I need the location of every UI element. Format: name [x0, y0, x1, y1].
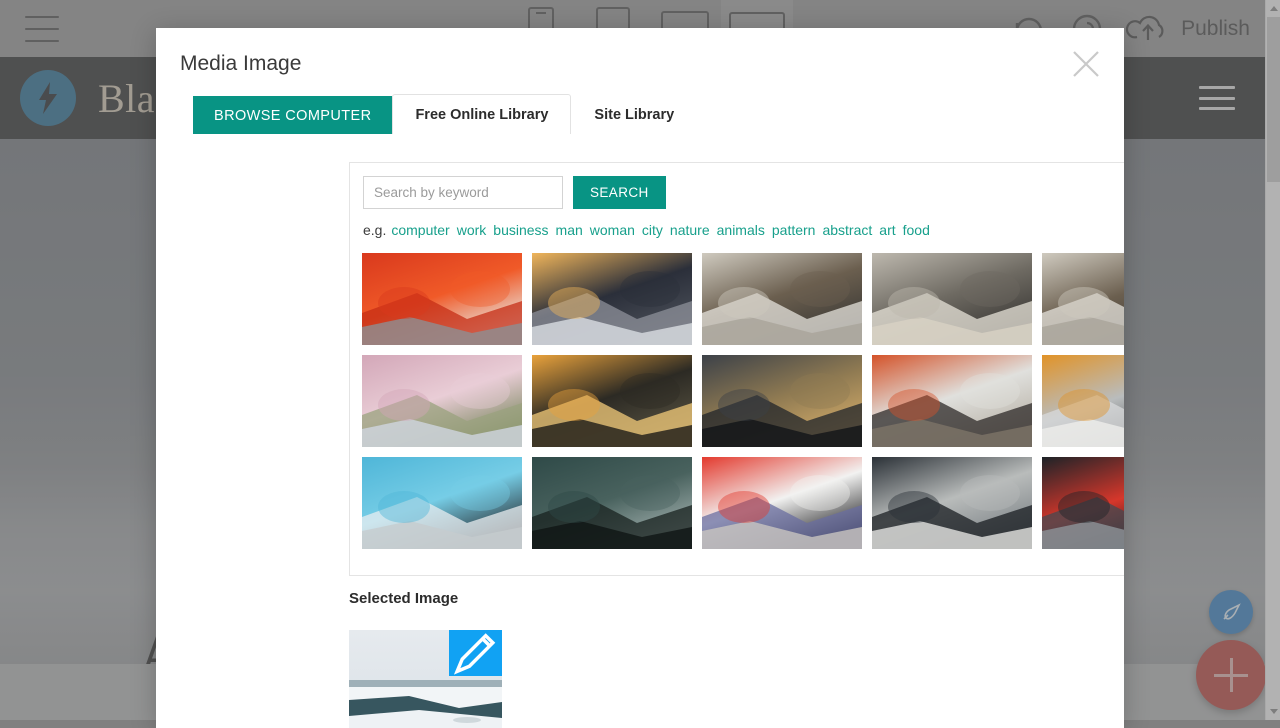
tab-browse-computer[interactable]: BROWSE COMPUTER: [193, 96, 392, 134]
keyword-nature[interactable]: nature: [670, 222, 710, 238]
keyword-man[interactable]: man: [556, 222, 583, 238]
image-results-viewport: [362, 253, 1124, 563]
gallery-thumbnail[interactable]: [362, 253, 522, 345]
tab-site-library[interactable]: Site Library: [571, 94, 697, 134]
keyword-city[interactable]: city: [642, 222, 663, 238]
gallery-thumbnail[interactable]: [872, 457, 1032, 549]
media-image-modal: Media Image BROWSE COMPUTER Free Online …: [156, 28, 1124, 728]
keyword-work[interactable]: work: [457, 222, 487, 238]
keyword-suggestions: e.g. computer work business man woman city natu…: [363, 222, 937, 238]
keyword-pattern[interactable]: pattern: [772, 222, 816, 238]
keyword-art[interactable]: art: [879, 222, 895, 238]
gallery-thumbnail[interactable]: [1042, 457, 1124, 549]
keywords-prefix: e.g.: [363, 222, 386, 238]
keyword-food[interactable]: food: [903, 222, 930, 238]
edit-image-button[interactable]: [449, 630, 502, 676]
selected-image-thumbnail[interactable]: [349, 630, 502, 728]
free-online-library-panel: SEARCH e.g. computer work business man womanc…: [349, 162, 1124, 576]
gallery-thumbnail[interactable]: [532, 355, 692, 447]
gallery-thumbnail[interactable]: [532, 253, 692, 345]
search-row: SEARCH: [363, 176, 666, 209]
selected-image-label: Selected Image: [349, 590, 458, 607]
gallery-thumbnail[interactable]: [362, 457, 522, 549]
keyword-business[interactable]: business: [493, 222, 548, 238]
close-icon[interactable]: [1064, 42, 1108, 86]
search-button[interactable]: SEARCH: [573, 176, 666, 209]
gallery-thumbnail[interactable]: [872, 355, 1032, 447]
pencil-icon: [449, 630, 502, 703]
gallery-thumbnail[interactable]: [702, 457, 862, 549]
keyword-abstract[interactable]: abstract: [822, 222, 872, 238]
gallery-thumbnail[interactable]: [702, 355, 862, 447]
gallery-thumbnail[interactable]: [532, 457, 692, 549]
search-input[interactable]: [363, 176, 563, 209]
gallery-thumbnail[interactable]: [1042, 253, 1124, 345]
keyword-computer[interactable]: computer: [391, 222, 449, 238]
modal-tabs: BROWSE COMPUTER Free Online Library Site…: [193, 94, 697, 134]
gallery-thumbnail[interactable]: [702, 253, 862, 345]
image-results-grid: [362, 253, 1124, 549]
gallery-thumbnail[interactable]: [1042, 355, 1124, 447]
keyword-animals[interactable]: animals: [717, 222, 765, 238]
keyword-woman[interactable]: woman: [590, 222, 635, 238]
gallery-thumbnail[interactable]: [872, 253, 1032, 345]
tab-free-online-library[interactable]: Free Online Library: [392, 94, 571, 134]
modal-title: Media Image: [180, 52, 301, 76]
gallery-thumbnail[interactable]: [362, 355, 522, 447]
